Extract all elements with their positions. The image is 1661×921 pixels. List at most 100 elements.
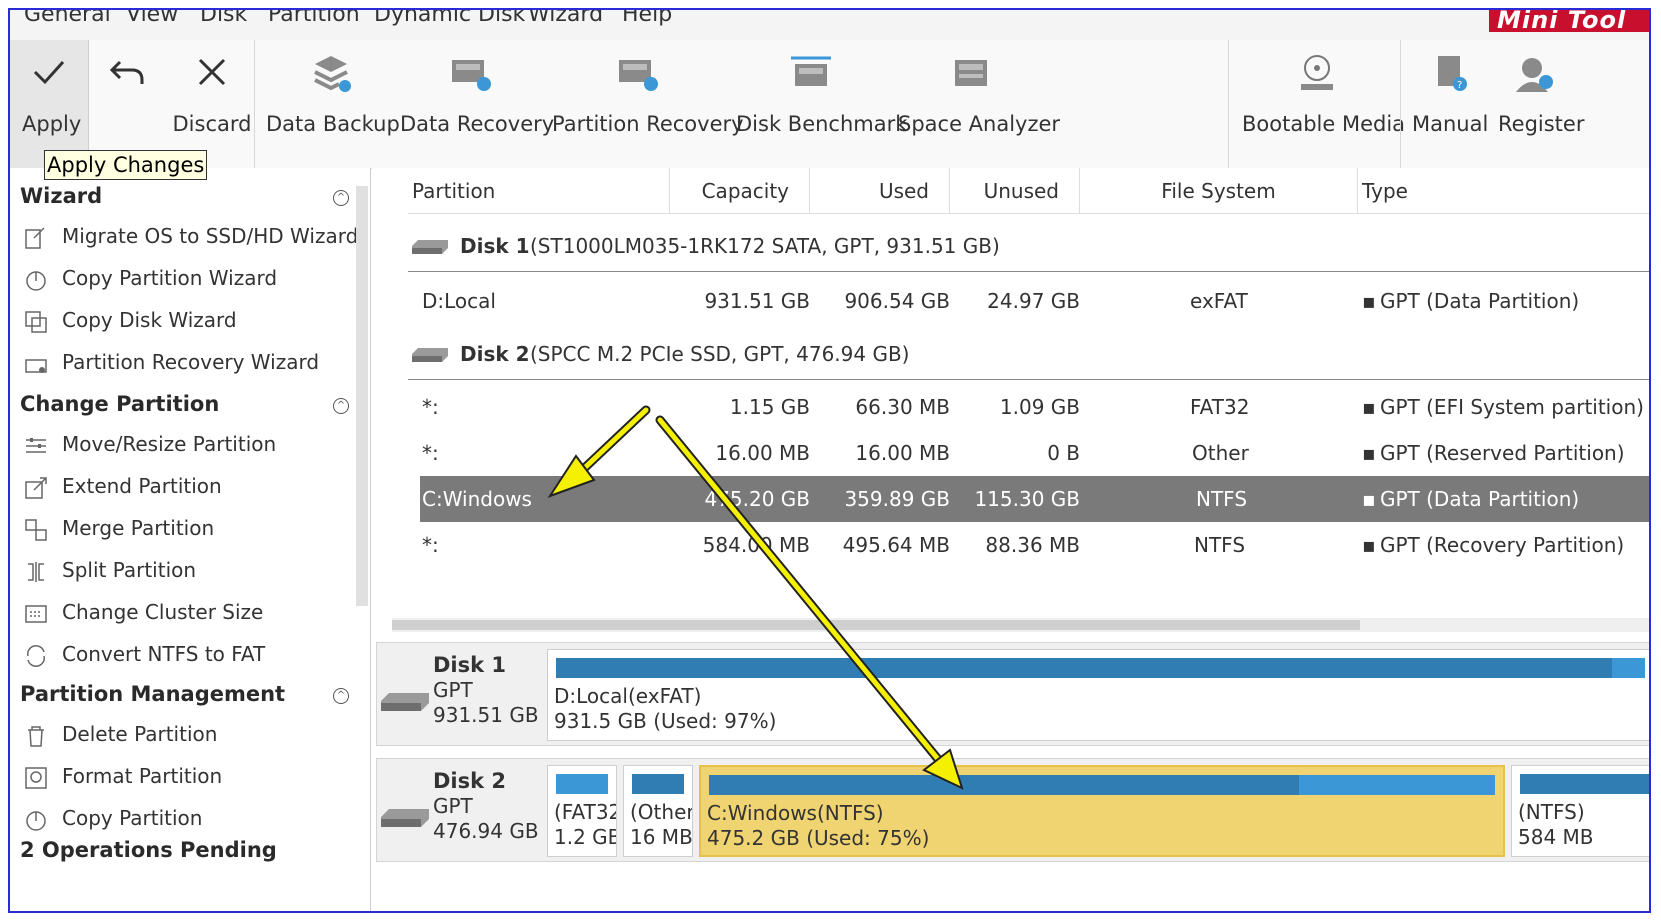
sidebar-item-format[interactable]: Format Partition (24, 760, 344, 796)
sidebar-item-copy-disk-wizard[interactable]: Copy Disk Wizard (24, 304, 344, 340)
cell-used: 359.89 GB (844, 487, 950, 511)
cell-unused: 88.36 MB (985, 533, 1080, 557)
space-analyzer-button[interactable]: Space Analyzer (898, 40, 1060, 168)
sidebar-item-split[interactable]: Split Partition (24, 554, 344, 590)
data-recovery-button[interactable]: Data Recovery (400, 40, 554, 168)
menu-dynamic-disk[interactable]: Dynamic Disk (374, 10, 525, 27)
menu-view[interactable]: View (126, 10, 178, 27)
data-backup-button[interactable]: Data Backup (266, 40, 400, 168)
disk-name: Disk 1 (433, 653, 507, 677)
cell-partition: *: (422, 441, 439, 465)
sidebar-item-copy-partition[interactable]: Copy Partition (24, 802, 344, 838)
cell-partition: *: (422, 395, 439, 419)
sidebar-item-delete[interactable]: Delete Partition (24, 718, 344, 754)
table-row[interactable]: *: 1.15 GB 66.30 MB 1.09 GB FAT32 ▪ GPT … (408, 384, 1649, 430)
manual-icon: ? (1438, 56, 1467, 91)
manual-label: Manual (1412, 112, 1489, 136)
type-marker-icon: ▪ (1362, 487, 1376, 511)
partition-detail: 931.5 GB (Used: 97%) (554, 709, 777, 733)
column-header-file-system[interactable]: File System (1080, 168, 1358, 214)
apply-button[interactable]: Apply (10, 40, 89, 168)
extend-icon (25, 477, 47, 499)
menu-general[interactable]: General (24, 10, 111, 27)
menu-help[interactable]: Help (622, 10, 672, 27)
disk-style: GPT (433, 678, 473, 702)
partition-detail: 1.2 GB (554, 825, 617, 849)
operations-pending: 2 Operations Pending (20, 838, 277, 862)
sidebar-item-label: Extend Partition (62, 474, 222, 498)
hard-drive-icon (381, 693, 429, 711)
menu-disk[interactable]: Disk (200, 10, 247, 27)
toolbar: Apply Discard Apply Changes Data Backup … (10, 40, 1649, 180)
cell-capacity: 931.51 GB (704, 289, 810, 313)
hard-drive-icon (412, 348, 448, 362)
sidebar-item-extend[interactable]: Extend Partition (24, 470, 344, 506)
hard-drive-icon (381, 809, 429, 827)
free-bar (1612, 658, 1645, 678)
manual-button[interactable]: ? Manual (1412, 40, 1488, 168)
partition-management-section-title: Partition Management (20, 682, 286, 706)
copy-partition-icon (26, 811, 46, 831)
bootable-media-button[interactable]: Bootable Media (1242, 40, 1405, 168)
table-row-selected[interactable]: C:Windows 475.20 GB 359.89 GB 115.30 GB … (420, 476, 1649, 522)
partition-block-selected[interactable]: C:Windows(NTFS) 475.2 GB (Used: 75%) (699, 765, 1505, 857)
menu-partition[interactable]: Partition (268, 10, 360, 27)
collapse-icon[interactable]: ^ (333, 190, 349, 206)
copy-partition-icon (26, 271, 46, 291)
cell-unused: 115.30 GB (974, 487, 1080, 511)
menu-wizard[interactable]: Wizard (528, 10, 603, 27)
disk-size: 476.94 GB (433, 819, 539, 843)
column-header-unused[interactable]: Unused (950, 168, 1080, 214)
collapse-icon[interactable]: ^ (333, 398, 349, 414)
disk-header-row[interactable]: Disk 2 (SPCC M.2 PCIe SSD, GPT, 476.94 G… (408, 328, 1649, 380)
disk-benchmark-button[interactable]: Disk Benchmark (736, 40, 908, 168)
table-row[interactable]: *: 16.00 MB 16.00 MB 0 B Other ▪ GPT (Re… (408, 430, 1649, 476)
partition-block[interactable]: (NTFS) 584 MB (1511, 765, 1649, 857)
sidebar-item-label: Copy Partition (62, 806, 203, 830)
convert-icon (27, 645, 45, 667)
column-header-capacity[interactable]: Capacity (670, 168, 810, 214)
sidebar-item-copy-partition-wizard[interactable]: Copy Partition Wizard (24, 262, 344, 298)
type-marker-icon: ▪ (1362, 533, 1376, 557)
sidebar-item-move-resize[interactable]: Move/Resize Partition (24, 428, 344, 464)
column-header-used[interactable]: Used (810, 168, 950, 214)
disk-map-disk2[interactable]: Disk 2 GPT 476.94 GB (FAT32) 1.2 GB (Oth… (376, 758, 1649, 862)
disk-header-row[interactable]: Disk 1 (ST1000LM035-1RK172 SATA, GPT, 93… (408, 220, 1649, 272)
menu-bar: General View Disk Partition Dynamic Disk… (10, 10, 1649, 40)
column-header-partition[interactable]: Partition (408, 168, 670, 214)
table-row[interactable]: D:Local 931.51 GB 906.54 GB 24.97 GB exF… (408, 278, 1649, 324)
collapse-icon[interactable]: ^ (333, 688, 349, 704)
cell-partition: *: (422, 533, 439, 557)
table-row[interactable]: *: 584.00 MB 495.64 MB 88.36 MB NTFS ▪ G… (408, 522, 1649, 568)
cell-used: 906.54 GB (844, 289, 950, 313)
discard-button[interactable]: Discard (170, 40, 254, 168)
sidebar-scrollbar[interactable] (356, 186, 368, 606)
sidebar-item-label: Format Partition (62, 764, 223, 788)
sidebar-item-merge[interactable]: Merge Partition (24, 512, 344, 548)
table-horizontal-scrollbar[interactable] (392, 618, 1649, 632)
disk-map-disk1[interactable]: Disk 1 GPT 931.51 GB D:Local(exFAT) 931.… (376, 642, 1649, 746)
partition-block[interactable]: D:Local(exFAT) 931.5 GB (Used: 97%) (547, 649, 1649, 741)
sidebar-item-label: Change Cluster Size (62, 600, 264, 624)
disk-size: 931.51 GB (433, 703, 539, 727)
sidebar-item-convert-ntfs[interactable]: Convert NTFS to FAT (24, 638, 344, 674)
disk-benchmark-label: Disk Benchmark (736, 112, 908, 136)
cell-type: GPT (Data Partition) (1380, 289, 1580, 313)
undo-button[interactable] (88, 40, 168, 168)
partition-block[interactable]: (FAT32) 1.2 GB (547, 765, 617, 857)
cell-unused: 24.97 GB (987, 289, 1080, 313)
partition-block[interactable]: (Other) 16 MB (623, 765, 693, 857)
apply-label: Apply (22, 112, 82, 136)
cell-unused: 0 B (1047, 441, 1080, 465)
data-recovery-icon (452, 60, 491, 91)
register-button[interactable]: Register (1498, 40, 1598, 168)
sidebar-item-change-cluster[interactable]: Change Cluster Size (24, 596, 344, 632)
scrollbar-thumb[interactable] (392, 620, 1360, 630)
sidebar-item-partition-recovery-wizard[interactable]: Partition Recovery Wizard (24, 346, 344, 382)
sidebar-item-migrate-os[interactable]: Migrate OS to SSD/HD Wizard (24, 220, 358, 256)
change-partition-section-title: Change Partition (20, 392, 220, 416)
partition-recovery-button[interactable]: Partition Recovery (552, 40, 744, 168)
sidebar-item-label: Split Partition (62, 558, 197, 582)
partition-recovery-icon (619, 60, 658, 91)
column-header-type[interactable]: Type (1358, 168, 1649, 214)
